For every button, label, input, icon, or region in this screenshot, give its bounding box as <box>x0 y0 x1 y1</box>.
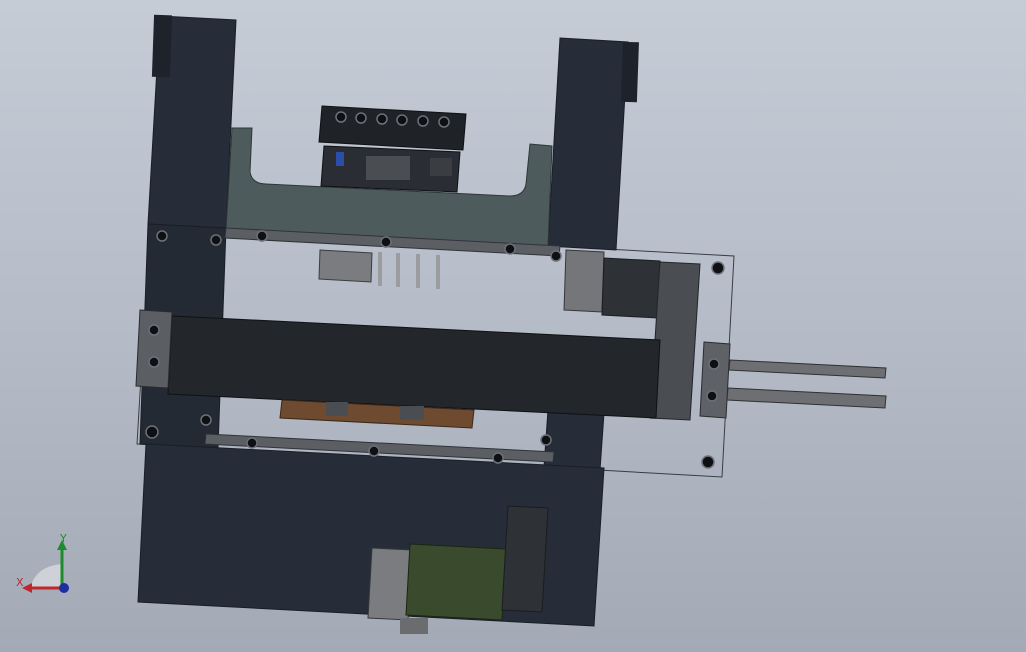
left-frame-cap <box>151 14 173 78</box>
pin-4 <box>436 255 440 289</box>
right-frame-cap <box>620 41 639 103</box>
bracket-block-1 <box>326 402 348 416</box>
motor-right-body[interactable] <box>601 257 661 319</box>
lower-motor-body[interactable] <box>405 543 507 621</box>
gripper-center-part <box>366 156 410 180</box>
cylinder-small[interactable] <box>318 249 373 283</box>
lower-motor-coupler[interactable] <box>501 505 549 613</box>
right-frame-column[interactable] <box>547 37 629 251</box>
rod-mount-plate[interactable] <box>699 341 731 419</box>
lower-motor-housing[interactable] <box>367 547 413 621</box>
coordinate-triad: Y X <box>16 532 69 593</box>
triad-z-dot <box>59 583 69 593</box>
pin-3 <box>416 254 420 288</box>
slide-left-endcap[interactable] <box>135 309 173 389</box>
pin-1 <box>378 252 382 286</box>
cad-viewport[interactable]: Y X <box>0 0 1026 652</box>
triad-cone <box>30 564 62 588</box>
triad-x-label: X <box>16 576 24 589</box>
assembly-model[interactable] <box>0 0 1026 652</box>
main-linear-slide[interactable] <box>167 315 661 419</box>
motor-right-housing[interactable] <box>563 249 605 313</box>
rod-lower[interactable] <box>726 387 887 409</box>
rod-upper[interactable] <box>728 359 887 379</box>
gripper-right-part <box>430 158 452 176</box>
gripper-blue-tab <box>336 152 344 166</box>
triad-y-label: Y <box>59 532 67 545</box>
bracket-block-2 <box>400 406 424 420</box>
pin-2 <box>396 253 400 287</box>
lower-motor-shaft-block <box>400 618 428 634</box>
